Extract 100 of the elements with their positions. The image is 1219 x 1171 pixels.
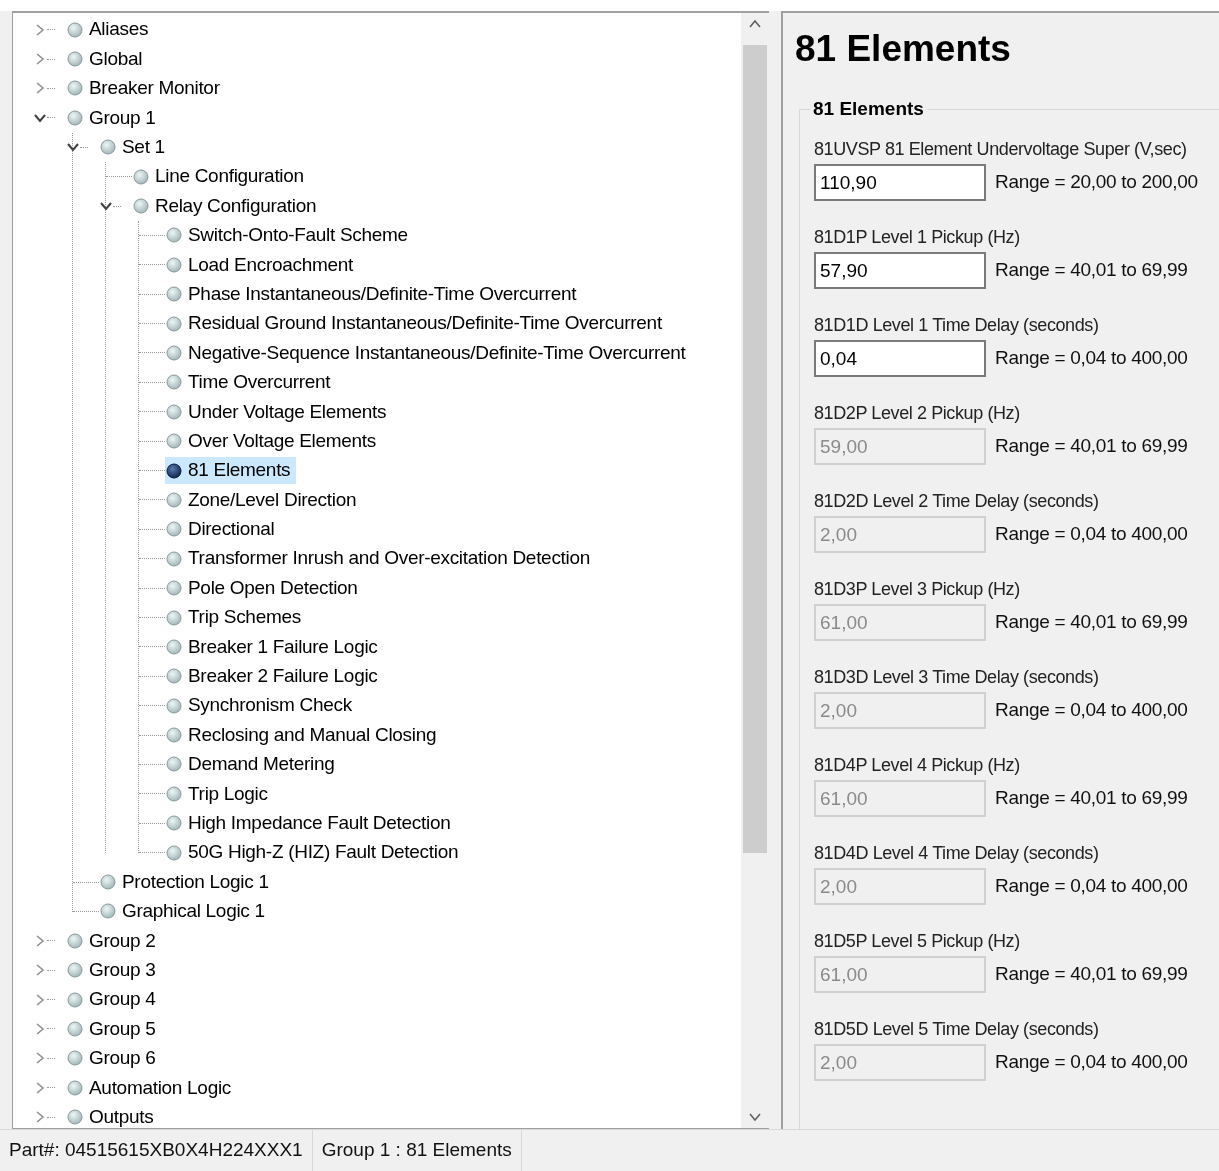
tree-item[interactable]: Over Voltage Elements xyxy=(165,427,383,455)
status-dot-icon xyxy=(67,991,83,1008)
field-label: 81D4D Level 4 Time Delay (seconds) xyxy=(814,842,1100,864)
range-text: Range = 40,01 to 69,99 xyxy=(995,786,1188,811)
scroll-thumb[interactable] xyxy=(743,45,767,853)
tree-item[interactable]: Time Overcurrent xyxy=(165,368,337,396)
tree-item[interactable]: Group 5 xyxy=(66,1015,162,1043)
range-text: Range = 40,01 to 69,99 xyxy=(995,258,1188,283)
tree-item[interactable]: Group 3 xyxy=(66,956,162,984)
status-dot-icon xyxy=(166,550,182,567)
status-dot-icon xyxy=(67,21,83,38)
tree-item[interactable]: Group 4 xyxy=(66,986,162,1014)
status-dot-icon xyxy=(67,932,83,949)
status-dot-icon xyxy=(67,962,83,979)
tree-item[interactable]: Zone/Level Direction xyxy=(165,486,363,514)
tree-item[interactable]: Group 2 xyxy=(66,927,162,955)
input-field[interactable]: 0,04 xyxy=(814,340,986,377)
tree-item[interactable]: Demand Metering xyxy=(165,750,341,778)
tree-item[interactable]: Group 1 xyxy=(66,104,162,132)
status-dot-icon xyxy=(166,491,182,508)
tree-item[interactable]: Trip Logic xyxy=(165,780,274,808)
status-dot-icon xyxy=(166,256,182,273)
tree-item[interactable]: Relay Configuration xyxy=(132,192,323,220)
status-dot-icon xyxy=(67,80,83,97)
tree-item[interactable]: Graphical Logic 1 xyxy=(99,897,271,925)
tree-item[interactable]: Synchronism Check xyxy=(165,692,358,720)
tree-item[interactable]: Breaker Monitor xyxy=(66,74,226,102)
range-text: Range = 40,01 to 69,99 xyxy=(995,434,1188,459)
status-dot-icon xyxy=(166,403,182,420)
tree-item[interactable]: Global xyxy=(66,45,149,73)
tree-item[interactable]: Breaker 1 Failure Logic xyxy=(165,633,384,661)
status-dot-icon xyxy=(166,521,182,538)
range-text: Range = 0,04 to 400,00 xyxy=(995,346,1188,371)
status-dot-icon xyxy=(166,727,182,744)
status-dot-icon xyxy=(166,315,182,332)
tree-item[interactable]: Trip Schemes xyxy=(165,604,307,631)
status-dot-icon xyxy=(67,51,83,68)
status-dot-icon xyxy=(166,668,182,685)
status-dot-icon xyxy=(100,139,116,156)
tree-item[interactable]: Under Voltage Elements xyxy=(165,398,393,426)
tree-item[interactable]: Aliases xyxy=(66,16,155,44)
tree-item[interactable]: Outputs xyxy=(66,1103,160,1128)
status-dot-icon xyxy=(133,198,149,215)
status-dot-icon xyxy=(166,844,182,861)
field-label: 81D3D Level 3 Time Delay (seconds) xyxy=(814,666,1100,688)
tree-item[interactable]: Phase Instantaneous/Definite-Time Overcurrent xyxy=(165,280,583,308)
tree-item[interactable]: Load Encroachment xyxy=(165,251,359,279)
tree-item[interactable]: Pole Open Detection xyxy=(165,574,364,602)
panel-title: 81 Elements xyxy=(794,27,1012,71)
tree-item[interactable]: Residual Ground Instantaneous/Definite-Time Overcurrent xyxy=(165,310,668,338)
range-text: Range = 0,04 to 400,00 xyxy=(995,1050,1188,1075)
tree-item[interactable]: Negative-Sequence Instantaneous/Definite-Time Overcurrent xyxy=(165,339,692,367)
field-label: 81D1P Level 1 Pickup (Hz) xyxy=(814,226,1021,248)
status-dot-icon xyxy=(166,286,182,303)
range-text: Range = 40,01 to 69,99 xyxy=(995,610,1188,635)
range-text: Range = 0,04 to 400,00 xyxy=(995,698,1188,723)
tree-item[interactable]: Reclosing and Manual Closing xyxy=(165,721,443,749)
tree-item[interactable]: Line Configuration xyxy=(132,163,310,191)
tree-item[interactable]: Switch-Onto-Fault Scheme xyxy=(165,221,414,249)
field-label: 81D1D Level 1 Time Delay (seconds) xyxy=(814,314,1100,336)
field-label: 81D5D Level 5 Time Delay (seconds) xyxy=(814,1018,1100,1040)
tree-item[interactable]: 81 Elements xyxy=(165,457,297,485)
input-field[interactable]: 110,90 xyxy=(814,164,986,201)
input-field[interactable]: 57,90 xyxy=(814,252,986,289)
field-label: 81D2P Level 2 Pickup (Hz) xyxy=(814,402,1021,424)
field-label: 81D2D Level 2 Time Delay (seconds) xyxy=(814,490,1100,512)
tree-item[interactable]: Set 1 xyxy=(99,133,171,161)
status-dot-icon xyxy=(166,697,182,714)
tree-item[interactable]: 50G High-Z (HIZ) Fault Detection xyxy=(165,839,465,867)
field-label: 81D5P Level 5 Pickup (Hz) xyxy=(814,930,1021,952)
range-text: Range = 0,04 to 400,00 xyxy=(995,522,1188,547)
status-dot-icon xyxy=(166,462,182,479)
status-text: Part#: 04515615XB0X4H224XXX1 xyxy=(0,1130,313,1171)
status-dot-icon xyxy=(166,785,182,802)
range-text: Range = 0,04 to 400,00 xyxy=(995,874,1188,899)
status-dot-icon xyxy=(67,1050,83,1067)
tree-item[interactable]: High Impedance Fault Detection xyxy=(165,809,457,837)
status-dot-icon xyxy=(67,1079,83,1096)
status-dot-icon xyxy=(67,109,83,126)
field-label: 81UVSP 81 Element Undervoltage Super (V,sec) xyxy=(814,138,1188,160)
range-text: Range = 20,00 to 200,00 xyxy=(995,170,1198,195)
tree-item[interactable]: Transformer Inrush and Over-excitation Detection xyxy=(165,545,596,573)
status-dot-icon xyxy=(166,345,182,361)
tree-item[interactable]: Directional xyxy=(165,515,281,543)
status-dot-icon xyxy=(100,874,116,890)
tree-item[interactable]: Group 6 xyxy=(66,1044,162,1072)
status-dot-icon xyxy=(166,580,182,597)
status-dot-icon xyxy=(67,1109,83,1126)
status-dot-icon xyxy=(166,756,182,773)
status-dot-icon xyxy=(166,638,182,655)
status-dot-icon xyxy=(166,374,182,391)
status-text: Group 1 : 81 Elements xyxy=(312,1130,522,1171)
tree-item[interactable]: Automation Logic xyxy=(66,1074,237,1102)
tree-item[interactable]: Breaker 2 Failure Logic xyxy=(165,662,384,690)
status-dot-icon xyxy=(166,227,182,244)
status-dot-icon xyxy=(166,609,182,626)
field-label: 81D3P Level 3 Pickup (Hz) xyxy=(814,578,1021,600)
scrollbar[interactable] xyxy=(741,13,769,1128)
status-dot-icon xyxy=(166,815,182,832)
tree-item[interactable]: Protection Logic 1 xyxy=(99,868,275,896)
